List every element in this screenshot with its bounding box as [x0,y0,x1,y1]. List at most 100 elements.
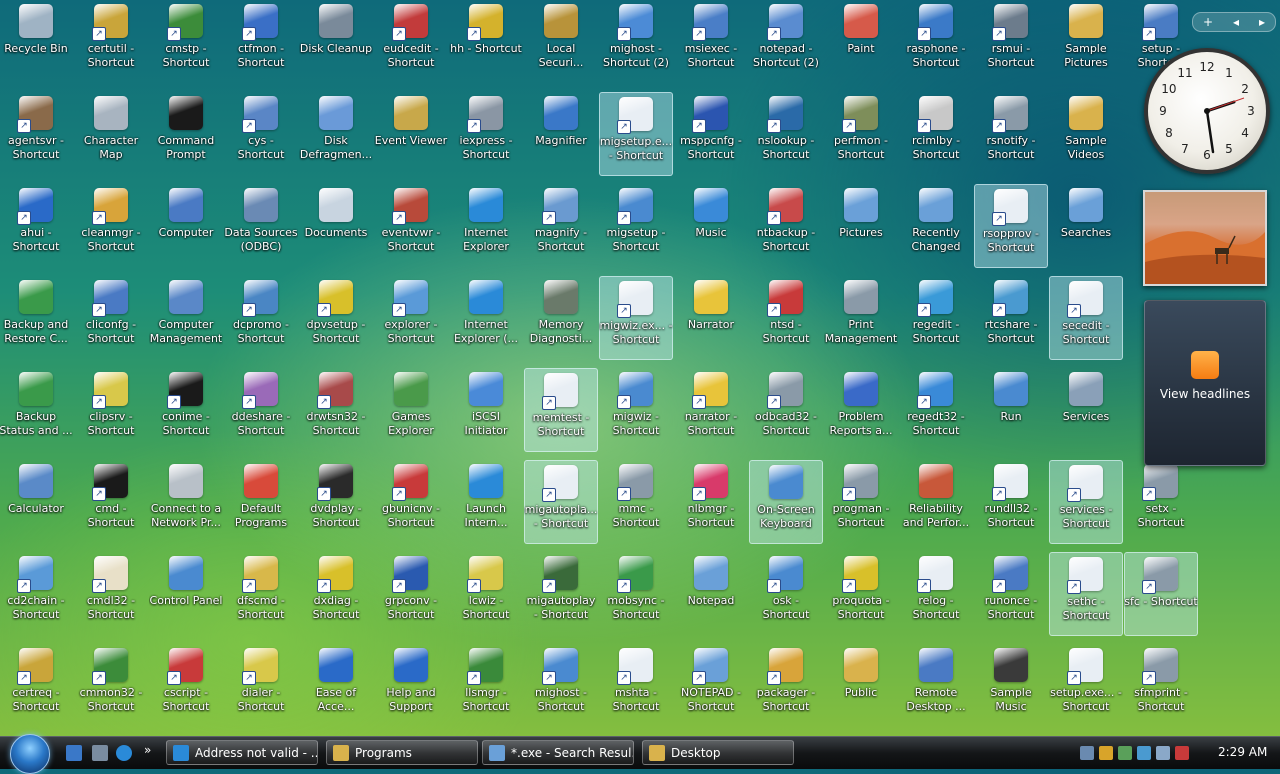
desktop-icon[interactable]: Data Sources (ODBC) [224,184,298,268]
desktop[interactable]: Recycle Bin ↗ certutil - Shortcut ↗ cmstp - … [0,0,1280,736]
desktop-icon[interactable]: ↗ dxdiag - Shortcut [299,552,373,636]
desktop-icon[interactable]: ↗ dialer - Shortcut [224,644,298,728]
desktop-icon[interactable]: Remote Desktop ... [899,644,973,728]
desktop-icon[interactable]: ↗ proquota - Shortcut [824,552,898,636]
desktop-icon[interactable]: ↗ ntbackup - Shortcut [749,184,823,268]
desktop-icon[interactable]: ↗ msiexec - Shortcut [674,0,748,84]
desktop-icon[interactable]: ↗ ntsd - Shortcut [749,276,823,360]
network-tray-icon[interactable] [1080,746,1094,760]
desktop-icon[interactable]: Recently Changed [899,184,973,268]
desktop-icon[interactable]: ↗ relog - Shortcut [899,552,973,636]
desktop-icon[interactable]: ↗ setup.exe... - Shortcut [1049,644,1123,728]
desktop-icon[interactable]: ↗ packager - Shortcut [749,644,823,728]
desktop-icon[interactable]: ↗ memtest - Shortcut [524,368,598,452]
desktop-icon[interactable]: ↗ cleanmgr - Shortcut [74,184,148,268]
desktop-icon[interactable]: ↗ cmd - Shortcut [74,460,148,544]
desktop-icon[interactable]: Ease of Acce... [299,644,373,728]
desktop-icon[interactable]: ↗ gbunicnv - Shortcut [374,460,448,544]
desktop-icon[interactable]: ↗ cliconfg - Shortcut [74,276,148,360]
desktop-icon[interactable]: ↗ migsetup - Shortcut [599,184,673,268]
desktop-icon[interactable]: ↗ sethc - Shortcut [1049,552,1123,636]
desktop-icon[interactable]: ↗ mobsync - Shortcut [599,552,673,636]
desktop-icon[interactable]: Default Programs [224,460,298,544]
desktop-icon[interactable]: iSCSI Initiator [449,368,523,452]
desktop-icon[interactable]: ↗ mighost - Shortcut [524,644,598,728]
desktop-icon[interactable]: Music [674,184,748,268]
desktop-icon[interactable]: Memory Diagnosti... [524,276,598,360]
desktop-icon[interactable]: Control Panel [149,552,223,636]
desktop-icon[interactable]: ↗ cscript - Shortcut [149,644,223,728]
desktop-icon[interactable]: ↗ narrator - Shortcut [674,368,748,452]
desktop-icon[interactable]: ↗ clipsrv - Shortcut [74,368,148,452]
desktop-icon[interactable]: ↗ dvdplay - Shortcut [299,460,373,544]
taskbar-button[interactable]: Address not valid - ... [166,740,318,765]
view-headlines-link[interactable]: View headlines [1145,387,1265,401]
start-button[interactable] [10,734,50,774]
taskbar-clock[interactable]: 2:29 AM [1218,745,1267,759]
previous-gadget-button[interactable]: ◂ [1233,15,1239,29]
desktop-icon[interactable]: ↗ certutil - Shortcut [74,0,148,84]
desktop-icon[interactable]: ↗ odbcad32 - Shortcut [749,368,823,452]
desktop-icon[interactable]: Internet Explorer [449,184,523,268]
desktop-icon[interactable]: Narrator [674,276,748,360]
desktop-icon[interactable]: Documents [299,184,373,268]
security-shield-icon[interactable] [1099,746,1113,760]
desktop-icon[interactable]: Public [824,644,898,728]
sync-icon[interactable] [1137,746,1151,760]
desktop-icon[interactable]: Backup and Restore C... [0,276,73,360]
desktop-icon[interactable]: ↗ drwtsn32 - Shortcut [299,368,373,452]
desktop-icon[interactable]: ↗ agentsvr - Shortcut [0,92,73,176]
next-gadget-button[interactable]: ▸ [1259,15,1265,29]
desktop-icon[interactable]: Disk Defragmen... [299,92,373,176]
feed-headlines-gadget[interactable]: View headlines [1144,300,1266,466]
desktop-icon[interactable]: ↗ nlbmgr - Shortcut [674,460,748,544]
desktop-icon[interactable]: ↗ regedit - Shortcut [899,276,973,360]
desktop-icon[interactable]: ↗ ddeshare - Shortcut [224,368,298,452]
desktop-icon[interactable]: ↗ osk - Shortcut [749,552,823,636]
desktop-icon[interactable]: ↗ cmstp - Shortcut [149,0,223,84]
switch-windows-icon[interactable] [92,745,108,761]
taskbar-button[interactable]: Desktop [642,740,794,765]
desktop-icon[interactable]: ↗ nslookup - Shortcut [749,92,823,176]
desktop-icon[interactable]: ↗ conime - Shortcut [149,368,223,452]
desktop-icon[interactable]: On-Screen Keyboard [749,460,823,544]
desktop-icon[interactable]: Command Prompt [149,92,223,176]
desktop-icon[interactable]: ↗ notepad - Shortcut (2) [749,0,823,84]
desktop-icon[interactable]: ↗ migsetup.e... - Shortcut [599,92,673,176]
desktop-icon[interactable]: Computer Management [149,276,223,360]
desktop-icon[interactable]: ↗ cd2chain - Shortcut [0,552,73,636]
desktop-icon[interactable]: ↗ magnify - Shortcut [524,184,598,268]
desktop-icon[interactable]: ↗ grpconv - Shortcut [374,552,448,636]
desktop-icon[interactable]: ↗ ctfmon - Shortcut [224,0,298,84]
desktop-icon[interactable]: ↗ progman - Shortcut [824,460,898,544]
desktop-icon[interactable]: ↗ rtcshare - Shortcut [974,276,1048,360]
desktop-icon[interactable]: Event Viewer [374,92,448,176]
desktop-icon[interactable]: ↗ rsmui - Shortcut [974,0,1048,84]
clock-gadget[interactable]: 12 1 2 3 4 5 6 7 8 9 10 11 [1144,48,1270,174]
desktop-icon[interactable]: ↗ cmdl32 - Shortcut [74,552,148,636]
desktop-icon[interactable]: Sample Videos [1049,92,1123,176]
desktop-icon[interactable]: Services [1049,368,1123,452]
desktop-icon[interactable]: ↗ migwiz - Shortcut [599,368,673,452]
desktop-icon[interactable]: ↗ rundll32 - Shortcut [974,460,1048,544]
desktop-icon[interactable]: ↗ dfscmd - Shortcut [224,552,298,636]
desktop-icon[interactable]: Disk Cleanup [299,0,373,84]
desktop-icon[interactable]: ↗ eudcedit - Shortcut [374,0,448,84]
desktop-icon[interactable]: ↗ services - Shortcut [1049,460,1123,544]
desktop-icon[interactable]: Problem Reports a... [824,368,898,452]
volume-muted-icon[interactable] [1175,746,1189,760]
desktop-icon[interactable]: ↗ cmmon32 - Shortcut [74,644,148,728]
desktop-icon[interactable]: Paint [824,0,898,84]
desktop-icon[interactable]: Calculator [0,460,73,544]
desktop-icon[interactable]: Character Map [74,92,148,176]
desktop-icon[interactable]: Run [974,368,1048,452]
taskbar-button[interactable]: *.exe - Search Resul... [482,740,634,765]
desktop-icon[interactable]: ↗ mmc - Shortcut [599,460,673,544]
quick-launch-chevron[interactable]: » [144,743,151,757]
internet-explorer-icon[interactable] [116,745,132,761]
network-connection-icon[interactable] [1156,746,1170,760]
desktop-icon[interactable]: Sample Pictures [1049,0,1123,84]
desktop-icon[interactable]: Sample Music [974,644,1048,728]
desktop-icon[interactable]: ↗ regedt32 - Shortcut [899,368,973,452]
desktop-icon[interactable]: ↗ msppcnfg - Shortcut [674,92,748,176]
